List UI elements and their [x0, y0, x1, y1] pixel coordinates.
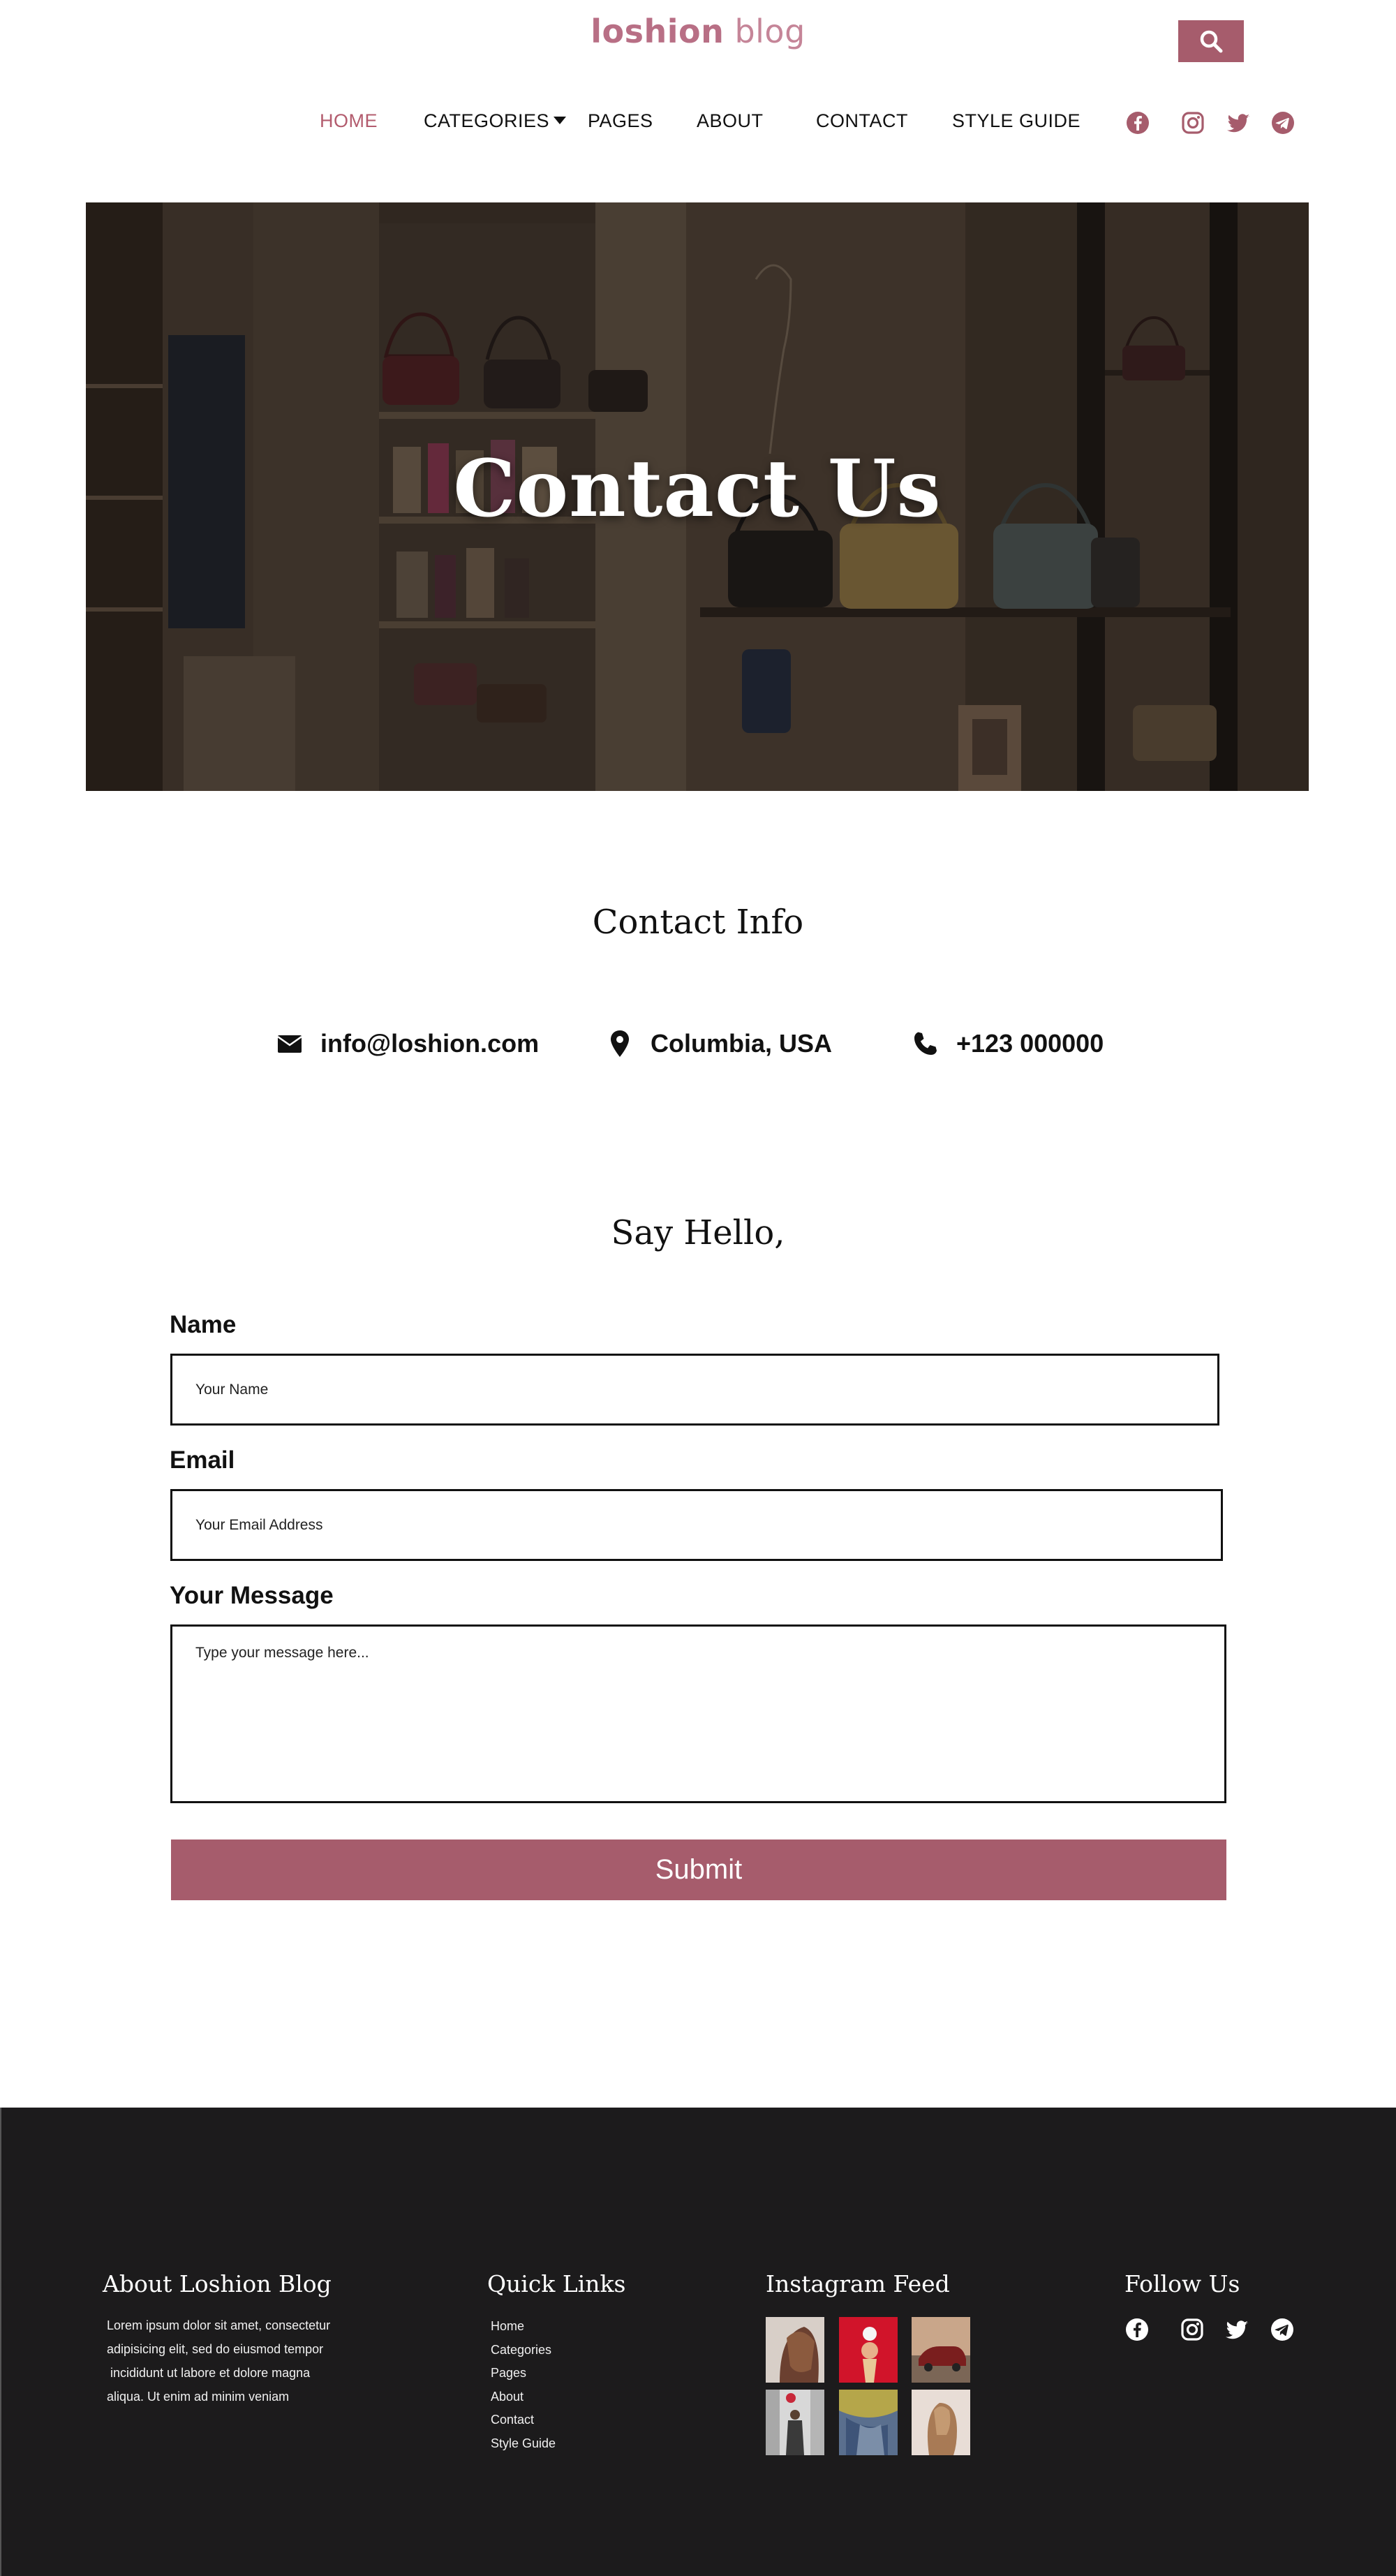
footer-links-title: Quick Links — [487, 2270, 626, 2297]
facebook-icon[interactable] — [1125, 110, 1150, 135]
footer-about-line: Lorem ipsum dolor sit amet, consectetur — [107, 2318, 331, 2332]
footer-about-line: adipisicing elit, sed do eiusmod tempor — [107, 2342, 324, 2356]
email-input[interactable] — [170, 1489, 1223, 1561]
message-label: Your Message — [170, 1582, 334, 1609]
contact-info-title: Contact Info — [592, 903, 804, 942]
nav-about[interactable]: ABOUT — [697, 110, 764, 132]
submit-button[interactable]: Submit — [171, 1840, 1226, 1900]
instagram-thumbnail[interactable] — [766, 2390, 824, 2455]
caret-down-icon — [554, 117, 567, 124]
nav-contact[interactable]: CONTACT — [816, 110, 908, 132]
contact-email-text: info@loshion.com — [320, 1029, 540, 1058]
instagram-icon[interactable] — [1180, 110, 1205, 135]
nav-categories[interactable]: CATEGORIES — [424, 110, 567, 132]
footer-about-line: incididunt ut labore et dolore magna — [107, 2366, 311, 2380]
map-pin-icon — [606, 1030, 634, 1058]
instagram-icon[interactable] — [1180, 2317, 1205, 2342]
twitter-icon[interactable] — [1226, 110, 1251, 135]
telegram-icon[interactable] — [1270, 110, 1295, 135]
name-label: Name — [170, 1311, 237, 1338]
instagram-thumbnail[interactable] — [912, 2317, 970, 2383]
footer-link-style-guide[interactable]: Style Guide — [491, 2432, 556, 2456]
facebook-icon[interactable] — [1124, 2317, 1150, 2342]
search-button[interactable] — [1178, 20, 1244, 62]
instagram-thumbnail[interactable] — [912, 2390, 970, 2455]
logo-light-text: blog — [724, 13, 805, 50]
nav-categories-label: CATEGORIES — [424, 110, 550, 131]
contact-phone-text: +123 000000 — [956, 1029, 1104, 1058]
nav-pages[interactable]: PAGES — [588, 110, 653, 132]
footer-about-text: Lorem ipsum dolor sit amet, consectetur … — [107, 2314, 372, 2408]
envelope-icon — [276, 1030, 304, 1058]
nav-home[interactable]: HOME — [320, 110, 378, 132]
name-input[interactable] — [170, 1354, 1219, 1426]
contact-phone[interactable]: +123 000000 — [912, 1026, 1104, 1061]
footer-links-list: Home Categories Pages About Contact Styl… — [491, 2315, 556, 2456]
search-icon — [1200, 30, 1223, 53]
logo-bold-text: loshion — [591, 13, 725, 50]
contact-location-text: Columbia, USA — [651, 1029, 833, 1058]
footer-link-about[interactable]: About — [491, 2385, 556, 2409]
contact-location: Columbia, USA — [606, 1026, 832, 1061]
instagram-thumbnail[interactable] — [766, 2317, 824, 2383]
phone-icon — [912, 1030, 940, 1058]
email-label: Email — [170, 1446, 235, 1474]
twitter-icon[interactable] — [1224, 2317, 1249, 2342]
footer-about-line: aliqua. Ut enim ad minim veniam — [107, 2390, 290, 2404]
hero-title: Contact Us — [453, 443, 942, 535]
footer-link-categories[interactable]: Categories — [491, 2339, 556, 2362]
instagram-thumbnail[interactable] — [839, 2317, 898, 2383]
footer-follow-title: Follow Us — [1124, 2270, 1240, 2297]
hero-banner: Contact Us — [86, 202, 1309, 791]
footer-link-pages[interactable]: Pages — [491, 2362, 556, 2385]
form-title: Say Hello, — [611, 1213, 785, 1252]
footer-link-home[interactable]: Home — [491, 2315, 556, 2339]
instagram-thumbnail[interactable] — [839, 2390, 898, 2455]
footer-instagram-title: Instagram Feed — [766, 2270, 950, 2297]
footer-about-title: About Loshion Blog — [103, 2270, 332, 2297]
contact-email[interactable]: info@loshion.com — [276, 1026, 539, 1061]
telegram-icon[interactable] — [1270, 2317, 1295, 2342]
message-textarea[interactable] — [170, 1624, 1226, 1803]
nav-style-guide[interactable]: STYLE GUIDE — [952, 110, 1081, 132]
footer-link-contact[interactable]: Contact — [491, 2408, 556, 2432]
